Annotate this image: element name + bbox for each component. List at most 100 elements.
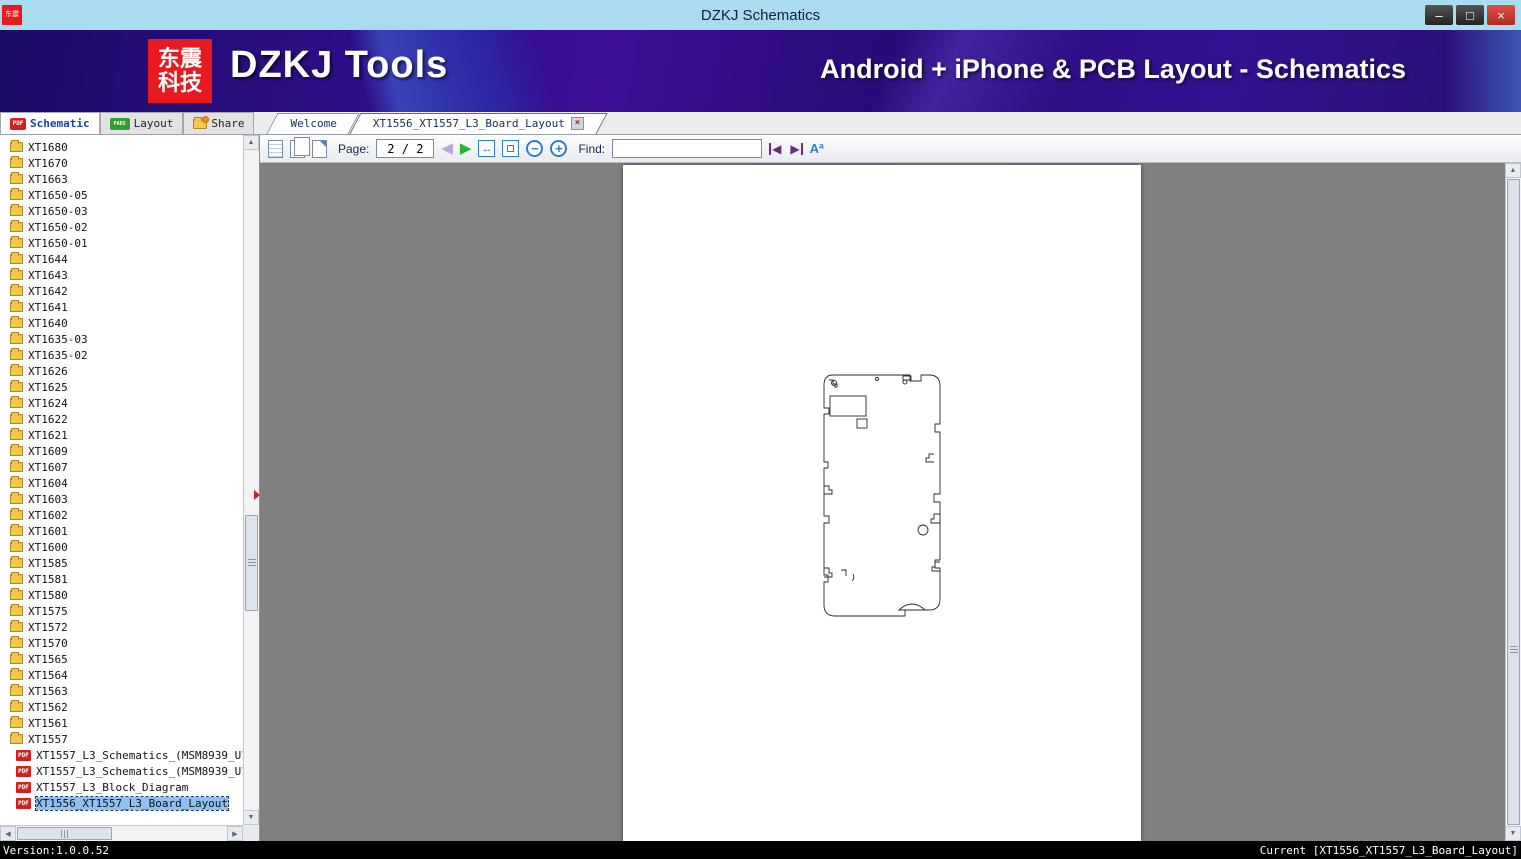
zoom-out-icon[interactable]: − [526, 140, 544, 157]
doc-tab-board-layout[interactable]: XT1556_XT1557_L3_Board_Layout × [355, 113, 602, 134]
folder-icon [10, 316, 23, 328]
tree-folder-item[interactable]: XT1607 [0, 459, 243, 475]
tree-folder-item[interactable]: XT1643 [0, 267, 243, 283]
tree-folder-item[interactable]: XT1621 [0, 427, 243, 443]
tree-folder-item[interactable]: XT1572 [0, 619, 243, 635]
tree-folder-item[interactable]: XT1644 [0, 251, 243, 267]
tree-folder-item[interactable]: XT1564 [0, 667, 243, 683]
tree-item-label: XT1572 [28, 620, 68, 634]
tree-pdf-item[interactable]: PDF XT1557_L3_Schematics_(MSM8939_U10 [0, 747, 243, 763]
folder-icon [10, 252, 23, 264]
sidebar-horizontal-scrollbar[interactable]: ◀ ▶ [0, 825, 243, 841]
tree-folder-item[interactable]: XT1635-02 [0, 347, 243, 363]
tab-layout[interactable]: PADS Layout [99, 112, 184, 134]
current-document-text: Current [XT1556_XT1557_L3_Board_Layout] [1259, 843, 1518, 857]
share-dot-icon [202, 115, 210, 123]
tree-folder-item[interactable]: XT1604 [0, 475, 243, 491]
tree-folder-item[interactable]: XT1609 [0, 443, 243, 459]
tab-share[interactable]: Share [183, 112, 255, 134]
scroll-up-icon[interactable]: ▲ [1505, 163, 1521, 178]
sidebar-hscrollbar-thumb[interactable] [17, 827, 112, 840]
tree-folder-item[interactable]: XT1650-05 [0, 187, 243, 203]
match-case-icon[interactable]: Aª [810, 141, 824, 156]
share-folder-icon [193, 115, 210, 129]
tree-folder-item[interactable]: XT1640 [0, 315, 243, 331]
tree-folder-item[interactable]: XT1603 [0, 491, 243, 507]
tree-folder-item[interactable]: XT1663 [0, 171, 243, 187]
tree-pdf-item[interactable]: PDF XT1557_L3_Block_Diagram [0, 779, 243, 795]
splitter-collapse-arrow[interactable] [254, 490, 260, 500]
tree-folder-item[interactable]: XT1580 [0, 587, 243, 603]
page-layout-icon[interactable] [312, 139, 327, 158]
page-thumbnail-icon[interactable] [268, 139, 283, 158]
tree-folder-item[interactable]: XT1601 [0, 523, 243, 539]
next-page-icon[interactable]: ▶ [460, 141, 472, 156]
scrollbar-corner [243, 825, 259, 841]
viewer-vertical-scrollbar[interactable]: ▲ ▼ [1505, 163, 1521, 841]
folder-icon [10, 636, 23, 648]
window-title: DZKJ Schematics [700, 6, 821, 24]
doc-tab-welcome[interactable]: Welcome [272, 113, 354, 134]
copy-pages-icon[interactable] [290, 136, 310, 158]
tree-folder-item[interactable]: XT1600 [0, 539, 243, 555]
tree-folder-item[interactable]: XT1581 [0, 571, 243, 587]
previous-page-icon[interactable]: ◀ [441, 141, 453, 156]
zoom-in-icon[interactable]: + [550, 140, 568, 157]
tree-item-label: XT1650-02 [28, 220, 88, 234]
tree-folder-item[interactable]: XT1650-02 [0, 219, 243, 235]
tree-folder-item[interactable]: XT1624 [0, 395, 243, 411]
fit-page-icon[interactable] [502, 140, 520, 157]
tab-layout-label: Layout [133, 117, 174, 130]
scroll-right-icon[interactable]: ▶ [227, 826, 243, 841]
tree-folder-item[interactable]: XT1650-03 [0, 203, 243, 219]
fit-width-icon[interactable]: ↔ [478, 140, 496, 157]
minimize-button[interactable]: – [1425, 5, 1453, 25]
tree-item-label: XT1644 [28, 252, 68, 266]
tree-folder-item[interactable]: XT1622 [0, 411, 243, 427]
document-tabs: Welcome XT1556_XT1557_L3_Board_Layout × [272, 112, 601, 134]
tree-folder-item[interactable]: XT1670 [0, 155, 243, 171]
tree-folder-item[interactable]: XT1625 [0, 379, 243, 395]
tree-pdf-item[interactable]: PDF XT1557_L3_Schematics_(MSM8939_U10 [0, 763, 243, 779]
tab-schematic[interactable]: PDF Schematic [0, 112, 100, 134]
tree-folder-item[interactable]: XT1570 [0, 635, 243, 651]
find-previous-icon[interactable]: ◀ [769, 142, 782, 155]
tree-folder-item[interactable]: XT1575 [0, 603, 243, 619]
tree-folder-item[interactable]: XT1562 [0, 699, 243, 715]
scroll-down-icon[interactable]: ▼ [243, 810, 259, 825]
tree-folder-item[interactable]: XT1642 [0, 283, 243, 299]
scroll-left-icon[interactable]: ◀ [0, 826, 16, 841]
tree-item-label: XT1635-03 [28, 332, 88, 346]
find-input[interactable] [612, 139, 763, 158]
tree-folder-item[interactable]: XT1563 [0, 683, 243, 699]
sidebar-scrollbar-thumb[interactable] [245, 514, 258, 612]
page-number-input[interactable] [376, 139, 435, 158]
tree-folder-item[interactable]: XT1635-03 [0, 331, 243, 347]
tree-item-label: XT1650-03 [28, 204, 88, 218]
tree-folder-item[interactable]: XT1641 [0, 299, 243, 315]
pdf-icon: PDF [16, 797, 31, 809]
scroll-down-icon[interactable]: ▼ [1505, 826, 1521, 841]
document-viewer[interactable]: ▲ ▼ [260, 163, 1521, 841]
close-tab-icon[interactable]: × [570, 117, 584, 130]
maximize-button[interactable]: □ [1456, 5, 1484, 25]
scroll-up-icon[interactable]: ▲ [243, 135, 259, 150]
tree-folder-item[interactable]: XT1585 [0, 555, 243, 571]
tree-folder-item[interactable]: XT1626 [0, 363, 243, 379]
folder-icon [10, 396, 23, 408]
close-button[interactable]: × [1487, 5, 1515, 25]
brand-logo-line1: 东震 [157, 45, 202, 71]
folder-icon [10, 332, 23, 344]
tree-folder-item[interactable]: XT1680 [0, 139, 243, 155]
window-controls: – □ × [1425, 5, 1521, 25]
tree-folder-item[interactable]: XT1561 [0, 715, 243, 731]
tree-folder-item[interactable]: XT1565 [0, 651, 243, 667]
viewer-scrollbar-thumb[interactable] [1507, 179, 1520, 825]
tree-pdf-item[interactable]: PDF XT1556_XT1557_L3_Board_Layout [0, 795, 243, 811]
find-next-icon[interactable]: ▶ [789, 142, 803, 155]
main-area: XT1680 XT1670 XT1663 XT1650-05 XT1650-03 XT16… [0, 135, 1521, 841]
sidebar-vertical-scrollbar[interactable]: ▲ ▼ [243, 135, 259, 825]
tree-folder-item[interactable]: XT1650-01 [0, 235, 243, 251]
tree-folder-item[interactable]: XT1557 [0, 731, 243, 747]
tree-folder-item[interactable]: XT1602 [0, 507, 243, 523]
